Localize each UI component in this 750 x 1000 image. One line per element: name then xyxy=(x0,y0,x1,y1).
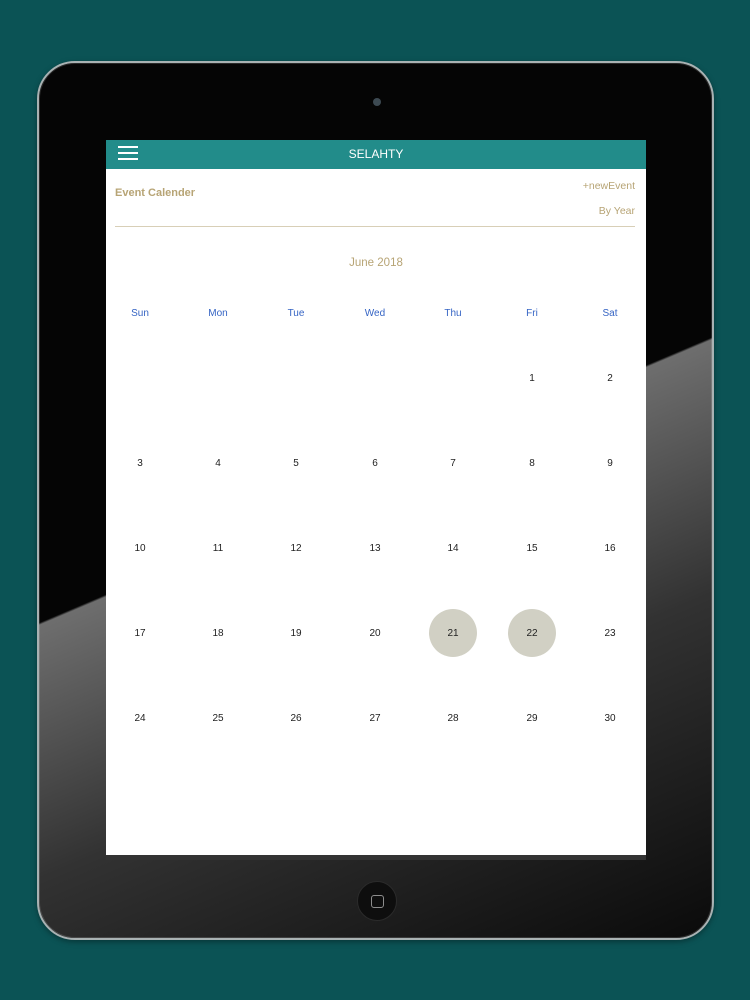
calendar-day[interactable]: 20 xyxy=(351,609,399,657)
weekday-label: Sun xyxy=(131,308,149,319)
calendar-day[interactable]: 13 xyxy=(351,524,399,572)
calendar-day[interactable]: 17 xyxy=(116,609,164,657)
weekday-label: Thu xyxy=(444,308,462,319)
weekday-label: Tue xyxy=(287,308,305,319)
calendar-day[interactable]: 10 xyxy=(116,524,164,572)
weekday-label: Fri xyxy=(526,308,538,319)
calendar-day[interactable]: 7 xyxy=(429,439,477,487)
calendar-day[interactable]: 14 xyxy=(429,524,477,572)
calendar-day[interactable]: 30 xyxy=(586,694,634,742)
calendar-day[interactable]: 11 xyxy=(194,524,242,572)
calendar-day[interactable]: 15 xyxy=(508,524,556,572)
weekday-label: Mon xyxy=(208,308,228,319)
calendar-day[interactable]: 28 xyxy=(429,694,477,742)
home-button[interactable] xyxy=(357,881,397,921)
calendar-day[interactable]: 24 xyxy=(116,694,164,742)
weekday-label: Wed xyxy=(364,308,386,319)
app-title: SELAHTY xyxy=(348,147,404,161)
calendar-grid: 1 2 3 4 5 6 7 8 9 10 11 12 13 14 15 16 17 18 19 20 21 22 23 24 2… xyxy=(106,335,646,765)
calendar-day[interactable]: 2 xyxy=(586,354,634,402)
page-title: Event Calender xyxy=(115,187,196,199)
calendar-day[interactable]: 12 xyxy=(272,524,320,572)
new-event-link[interactable]: +newEvent xyxy=(583,180,635,192)
calendar-day[interactable]: 4 xyxy=(194,439,242,487)
calendar-day[interactable]: 9 xyxy=(586,439,634,487)
calendar-header: Event Calender +newEvent By Year xyxy=(106,169,646,227)
camera-icon xyxy=(373,98,381,106)
screen-bottom-bar xyxy=(106,855,646,860)
calendar-day[interactable]: 1 xyxy=(508,354,556,402)
calendar-day[interactable]: 19 xyxy=(272,609,320,657)
weekday-header-row: Sun Mon Tue Wed Thu Fri Sat xyxy=(106,308,646,324)
app-bar: SELAHTY xyxy=(106,140,646,169)
header-divider xyxy=(115,226,635,227)
calendar-day[interactable]: 3 xyxy=(116,439,164,487)
weekday-label: Sat xyxy=(602,308,618,319)
calendar-day-highlighted[interactable]: 21 xyxy=(429,609,477,657)
app-screen: SELAHTY Event Calender +newEvent By Year… xyxy=(106,140,646,860)
calendar-day[interactable]: 25 xyxy=(194,694,242,742)
calendar-day[interactable]: 27 xyxy=(351,694,399,742)
calendar-day[interactable]: 16 xyxy=(586,524,634,572)
calendar-day[interactable]: 5 xyxy=(272,439,320,487)
calendar-day-highlighted[interactable]: 22 xyxy=(508,609,556,657)
home-square-icon xyxy=(371,895,384,908)
by-year-link[interactable]: By Year xyxy=(599,205,635,217)
calendar-day[interactable]: 6 xyxy=(351,439,399,487)
calendar-day[interactable]: 29 xyxy=(508,694,556,742)
calendar-day[interactable]: 23 xyxy=(586,609,634,657)
calendar-day[interactable]: 26 xyxy=(272,694,320,742)
calendar-day[interactable]: 8 xyxy=(508,439,556,487)
app-store-background: SELAHTY Event Calender +newEvent By Year… xyxy=(0,0,750,1000)
calendar-day[interactable]: 18 xyxy=(194,609,242,657)
month-label: June 2018 xyxy=(349,257,403,269)
